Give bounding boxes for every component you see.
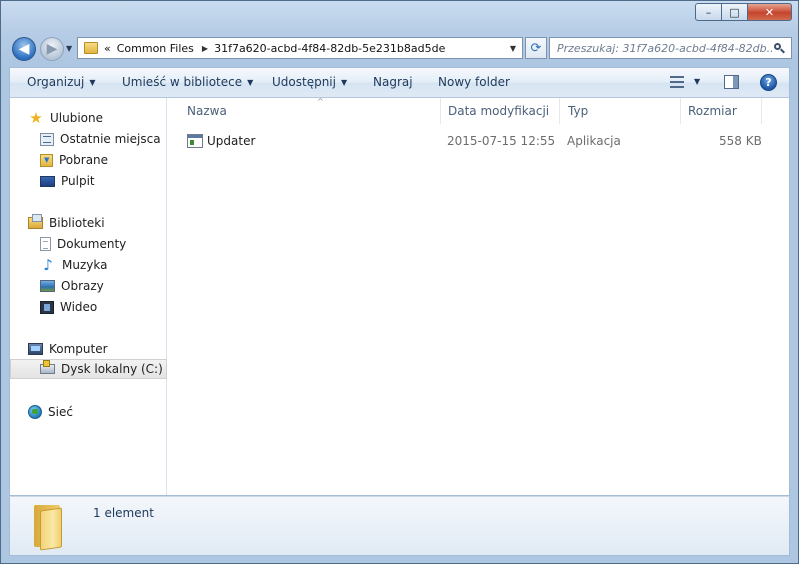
column-header-name[interactable]: ^ Nazwa bbox=[179, 97, 441, 124]
share-label: Udostępnij bbox=[272, 75, 336, 89]
command-bar: Organizuj ▼ Umieść w bibliotece ▼ Udostępn… bbox=[9, 67, 790, 98]
music-note-icon: ♪ bbox=[43, 256, 53, 274]
breadcrumb-overflow[interactable]: « bbox=[104, 42, 111, 55]
chevron-down-icon: ▼ bbox=[340, 78, 348, 87]
title-bar: – □ ✕ bbox=[1, 1, 798, 31]
sidebar-label: Dysk lokalny (C:) bbox=[61, 362, 163, 376]
sidebar-label: Ostatnie miejsca bbox=[60, 132, 161, 146]
application-icon bbox=[187, 134, 203, 148]
sidebar-item-music[interactable]: ♪ Muzyka bbox=[10, 255, 167, 275]
sidebar-label: Biblioteki bbox=[49, 216, 105, 230]
column-header-type[interactable]: Typ bbox=[560, 98, 681, 124]
help-icon[interactable]: ? bbox=[760, 74, 777, 91]
chevron-down-icon[interactable]: ▼ bbox=[694, 77, 700, 86]
view-options-icon[interactable] bbox=[670, 76, 684, 89]
sidebar-favorites[interactable]: ★ Ulubione bbox=[10, 108, 167, 128]
window-controls: – □ ✕ bbox=[695, 3, 792, 21]
address-bar[interactable]: « Common Files ▶ 31f7a620-acbd-4f84-82db… bbox=[77, 37, 523, 59]
sidebar-network[interactable]: Sieć bbox=[10, 402, 167, 422]
organize-label: Organizuj bbox=[27, 75, 85, 89]
file-size: 558 KB bbox=[719, 134, 762, 148]
recent-places-icon bbox=[40, 132, 54, 146]
column-header-modified[interactable]: Data modyfikacji bbox=[440, 98, 560, 124]
navigation-bar: ◀ ▶ ▼ « Common Files ▶ 31f7a620-acbd-4f8… bbox=[9, 35, 792, 63]
forward-button[interactable]: ▶ bbox=[40, 37, 64, 61]
burn-button[interactable]: Nagraj bbox=[373, 75, 413, 89]
downloads-folder-icon bbox=[40, 153, 53, 167]
file-name: Updater bbox=[207, 134, 256, 148]
details-pane: 1 element bbox=[9, 496, 790, 556]
sidebar-item-local-disk[interactable]: Dysk lokalny (C:) bbox=[10, 359, 167, 379]
local-disk-icon bbox=[40, 360, 55, 374]
file-row-updater[interactable]: Updater 2015-07-15 12:55 Aplikacja 558 K… bbox=[181, 131, 771, 151]
star-icon: ★ bbox=[29, 109, 43, 127]
address-history-dropdown[interactable]: ▼ bbox=[510, 44, 516, 53]
sidebar-item-recent-places[interactable]: Ostatnie miejsca bbox=[10, 129, 167, 149]
sidebar-label: Pulpit bbox=[61, 174, 95, 188]
close-button[interactable]: ✕ bbox=[748, 3, 792, 21]
maximize-button[interactable]: □ bbox=[722, 3, 748, 21]
content-area: ★ Ulubione Ostatnie miejsca Pobrane Pulp… bbox=[9, 97, 790, 496]
sidebar-computer[interactable]: Komputer bbox=[10, 339, 167, 359]
organize-menu[interactable]: Organizuj ▼ bbox=[27, 75, 95, 89]
breadcrumb-separator[interactable]: ▶ bbox=[202, 44, 208, 53]
sidebar-item-downloads[interactable]: Pobrane bbox=[10, 150, 167, 170]
sidebar-label: Obrazy bbox=[61, 279, 104, 293]
column-header-size[interactable]: Rozmiar bbox=[680, 98, 762, 124]
libraries-icon bbox=[28, 214, 43, 229]
column-header-label: Nazwa bbox=[187, 104, 227, 118]
sidebar-label: Wideo bbox=[60, 300, 98, 314]
video-icon bbox=[40, 300, 54, 314]
file-modified: 2015-07-15 12:55 bbox=[447, 134, 556, 148]
sidebar-label: Komputer bbox=[49, 342, 108, 356]
item-count: 1 element bbox=[93, 506, 154, 520]
sidebar-label: Sieć bbox=[48, 405, 73, 419]
sidebar-label: Ulubione bbox=[50, 111, 104, 125]
computer-icon bbox=[28, 343, 43, 355]
new-folder-button[interactable]: Nowy folder bbox=[438, 75, 510, 89]
breadcrumb-common-files[interactable]: Common Files bbox=[117, 42, 194, 55]
search-input[interactable] bbox=[555, 40, 774, 56]
sidebar-item-pictures[interactable]: Obrazy bbox=[10, 276, 167, 296]
recent-pages-dropdown[interactable]: ▼ bbox=[66, 44, 72, 53]
folder-icon bbox=[84, 42, 98, 54]
search-box bbox=[549, 37, 792, 59]
file-list: ^ Nazwa Data modyfikacji Typ Rozmiar Upd… bbox=[167, 97, 789, 495]
sidebar-item-documents[interactable]: Dokumenty bbox=[10, 234, 167, 254]
sidebar-libraries[interactable]: Biblioteki bbox=[10, 213, 167, 233]
minimize-button[interactable]: – bbox=[695, 3, 722, 21]
desktop-icon bbox=[40, 175, 55, 187]
chevron-down-icon: ▼ bbox=[89, 78, 96, 87]
sidebar-item-videos[interactable]: Wideo bbox=[10, 297, 167, 317]
navigation-pane: ★ Ulubione Ostatnie miejsca Pobrane Pulp… bbox=[10, 98, 167, 495]
sidebar-item-desktop[interactable]: Pulpit bbox=[10, 171, 167, 191]
pictures-icon bbox=[40, 280, 55, 292]
breadcrumb-current-folder[interactable]: 31f7a620-acbd-4f84-82db-5e231b8ad5de bbox=[214, 42, 445, 55]
sidebar-label: Pobrane bbox=[59, 153, 109, 167]
include-in-library-label: Umieść w bibliotece bbox=[122, 75, 243, 89]
preview-pane-icon[interactable] bbox=[724, 75, 739, 89]
chevron-down-icon: ▼ bbox=[247, 78, 254, 87]
sidebar-label: Dokumenty bbox=[57, 237, 127, 251]
file-type: Aplikacja bbox=[567, 134, 621, 148]
search-icon[interactable] bbox=[774, 42, 785, 54]
back-button[interactable]: ◀ bbox=[12, 37, 36, 61]
sort-ascending-icon: ^ bbox=[317, 97, 324, 106]
include-in-library-menu[interactable]: Umieść w bibliotece ▼ bbox=[122, 75, 253, 89]
share-menu[interactable]: Udostępnij ▼ bbox=[272, 75, 347, 89]
document-icon bbox=[40, 237, 51, 251]
refresh-button[interactable]: ⟳ bbox=[525, 37, 547, 59]
network-icon bbox=[28, 405, 42, 419]
sidebar-label: Muzyka bbox=[62, 258, 108, 272]
explorer-window: – □ ✕ ◀ ▶ ▼ « Common Files ▶ 31f7a620-ac… bbox=[0, 0, 799, 564]
folder-icon bbox=[30, 503, 70, 551]
